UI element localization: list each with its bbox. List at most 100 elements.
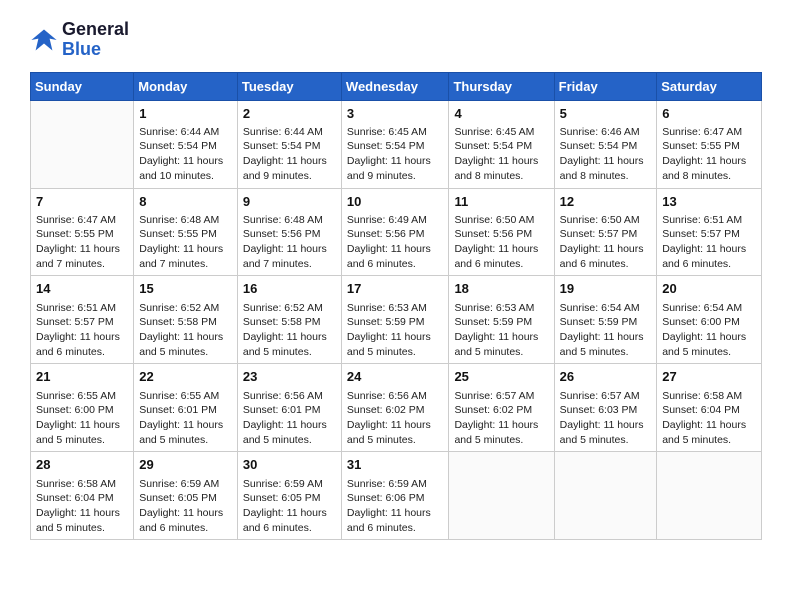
day-number: 15 [139,280,232,298]
week-row-5: 28 Sunrise: 6:58 AM Sunset: 6:04 PM Dayl… [31,452,762,540]
daylight-label: Daylight: 11 hours and 6 minutes. [139,507,223,534]
day-number: 23 [243,368,336,386]
calendar-cell: 26 Sunrise: 6:57 AM Sunset: 6:03 PM Dayl… [554,364,657,452]
sunrise-label: Sunrise: 6:48 AM [243,214,323,226]
day-number: 24 [347,368,444,386]
weekday-header-sunday: Sunday [31,72,134,100]
calendar-cell: 11 Sunrise: 6:50 AM Sunset: 5:56 PM Dayl… [449,188,554,276]
day-number: 6 [662,105,756,123]
weekday-header-row: SundayMondayTuesdayWednesdayThursdayFrid… [31,72,762,100]
sunrise-label: Sunrise: 6:58 AM [662,390,742,402]
calendar-cell: 21 Sunrise: 6:55 AM Sunset: 6:00 PM Dayl… [31,364,134,452]
sunset-label: Sunset: 5:54 PM [347,140,425,152]
day-number: 12 [560,193,652,211]
day-number: 20 [662,280,756,298]
header: General Blue [30,20,762,60]
week-row-2: 7 Sunrise: 6:47 AM Sunset: 5:55 PM Dayli… [31,188,762,276]
sunrise-label: Sunrise: 6:56 AM [347,390,427,402]
daylight-label: Daylight: 11 hours and 8 minutes. [560,155,644,182]
sunset-label: Sunset: 5:55 PM [139,228,217,240]
day-number: 4 [454,105,548,123]
sunrise-label: Sunrise: 6:56 AM [243,390,323,402]
sunrise-label: Sunrise: 6:57 AM [454,390,534,402]
daylight-label: Daylight: 11 hours and 6 minutes. [36,331,120,358]
sunrise-label: Sunrise: 6:44 AM [243,126,323,138]
calendar-cell: 7 Sunrise: 6:47 AM Sunset: 5:55 PM Dayli… [31,188,134,276]
sunset-label: Sunset: 6:05 PM [139,492,217,504]
daylight-label: Daylight: 11 hours and 6 minutes. [560,243,644,270]
daylight-label: Daylight: 11 hours and 6 minutes. [662,243,746,270]
calendar-cell: 17 Sunrise: 6:53 AM Sunset: 5:59 PM Dayl… [341,276,449,364]
day-number: 16 [243,280,336,298]
sunset-label: Sunset: 5:58 PM [243,316,321,328]
page: General Blue SundayMondayTuesdayWednesda… [0,0,792,612]
calendar-cell [449,452,554,540]
day-number: 30 [243,456,336,474]
day-number: 3 [347,105,444,123]
calendar-cell: 15 Sunrise: 6:52 AM Sunset: 5:58 PM Dayl… [134,276,238,364]
daylight-label: Daylight: 11 hours and 5 minutes. [243,331,327,358]
sunrise-label: Sunrise: 6:46 AM [560,126,640,138]
sunset-label: Sunset: 5:57 PM [662,228,740,240]
sunset-label: Sunset: 5:56 PM [243,228,321,240]
sunrise-label: Sunrise: 6:51 AM [36,302,116,314]
daylight-label: Daylight: 11 hours and 8 minutes. [662,155,746,182]
sunset-label: Sunset: 6:01 PM [139,404,217,416]
sunset-label: Sunset: 5:54 PM [454,140,532,152]
calendar-cell: 18 Sunrise: 6:53 AM Sunset: 5:59 PM Dayl… [449,276,554,364]
day-number: 19 [560,280,652,298]
sunrise-label: Sunrise: 6:55 AM [36,390,116,402]
calendar-cell: 23 Sunrise: 6:56 AM Sunset: 6:01 PM Dayl… [237,364,341,452]
day-number: 8 [139,193,232,211]
sunrise-label: Sunrise: 6:48 AM [139,214,219,226]
day-number: 10 [347,193,444,211]
daylight-label: Daylight: 11 hours and 5 minutes. [454,331,538,358]
daylight-label: Daylight: 11 hours and 8 minutes. [454,155,538,182]
sunset-label: Sunset: 6:00 PM [662,316,740,328]
daylight-label: Daylight: 11 hours and 5 minutes. [347,331,431,358]
calendar-cell: 29 Sunrise: 6:59 AM Sunset: 6:05 PM Dayl… [134,452,238,540]
daylight-label: Daylight: 11 hours and 5 minutes. [139,331,223,358]
logo-bird-icon [30,26,58,54]
daylight-label: Daylight: 11 hours and 6 minutes. [454,243,538,270]
calendar-cell: 25 Sunrise: 6:57 AM Sunset: 6:02 PM Dayl… [449,364,554,452]
sunset-label: Sunset: 6:01 PM [243,404,321,416]
sunrise-label: Sunrise: 6:55 AM [139,390,219,402]
calendar-cell: 3 Sunrise: 6:45 AM Sunset: 5:54 PM Dayli… [341,100,449,188]
calendar-cell: 30 Sunrise: 6:59 AM Sunset: 6:05 PM Dayl… [237,452,341,540]
sunrise-label: Sunrise: 6:51 AM [662,214,742,226]
sunset-label: Sunset: 5:57 PM [560,228,638,240]
daylight-label: Daylight: 11 hours and 7 minutes. [243,243,327,270]
day-number: 5 [560,105,652,123]
daylight-label: Daylight: 11 hours and 6 minutes. [347,507,431,534]
weekday-header-tuesday: Tuesday [237,72,341,100]
day-number: 26 [560,368,652,386]
sunrise-label: Sunrise: 6:59 AM [139,478,219,490]
sunrise-label: Sunrise: 6:52 AM [139,302,219,314]
calendar-cell: 10 Sunrise: 6:49 AM Sunset: 5:56 PM Dayl… [341,188,449,276]
day-number: 25 [454,368,548,386]
week-row-3: 14 Sunrise: 6:51 AM Sunset: 5:57 PM Dayl… [31,276,762,364]
sunset-label: Sunset: 6:06 PM [347,492,425,504]
sunset-label: Sunset: 6:02 PM [347,404,425,416]
day-number: 18 [454,280,548,298]
sunset-label: Sunset: 5:54 PM [560,140,638,152]
calendar-cell: 9 Sunrise: 6:48 AM Sunset: 5:56 PM Dayli… [237,188,341,276]
sunrise-label: Sunrise: 6:57 AM [560,390,640,402]
calendar-cell: 31 Sunrise: 6:59 AM Sunset: 6:06 PM Dayl… [341,452,449,540]
sunrise-label: Sunrise: 6:44 AM [139,126,219,138]
calendar-cell: 2 Sunrise: 6:44 AM Sunset: 5:54 PM Dayli… [237,100,341,188]
daylight-label: Daylight: 11 hours and 7 minutes. [36,243,120,270]
sunrise-label: Sunrise: 6:58 AM [36,478,116,490]
sunset-label: Sunset: 5:59 PM [347,316,425,328]
weekday-header-friday: Friday [554,72,657,100]
sunset-label: Sunset: 6:04 PM [36,492,114,504]
daylight-label: Daylight: 11 hours and 10 minutes. [139,155,223,182]
calendar-cell [31,100,134,188]
sunrise-label: Sunrise: 6:49 AM [347,214,427,226]
sunrise-label: Sunrise: 6:52 AM [243,302,323,314]
daylight-label: Daylight: 11 hours and 5 minutes. [560,331,644,358]
calendar-cell: 1 Sunrise: 6:44 AM Sunset: 5:54 PM Dayli… [134,100,238,188]
sunrise-label: Sunrise: 6:50 AM [560,214,640,226]
weekday-header-thursday: Thursday [449,72,554,100]
